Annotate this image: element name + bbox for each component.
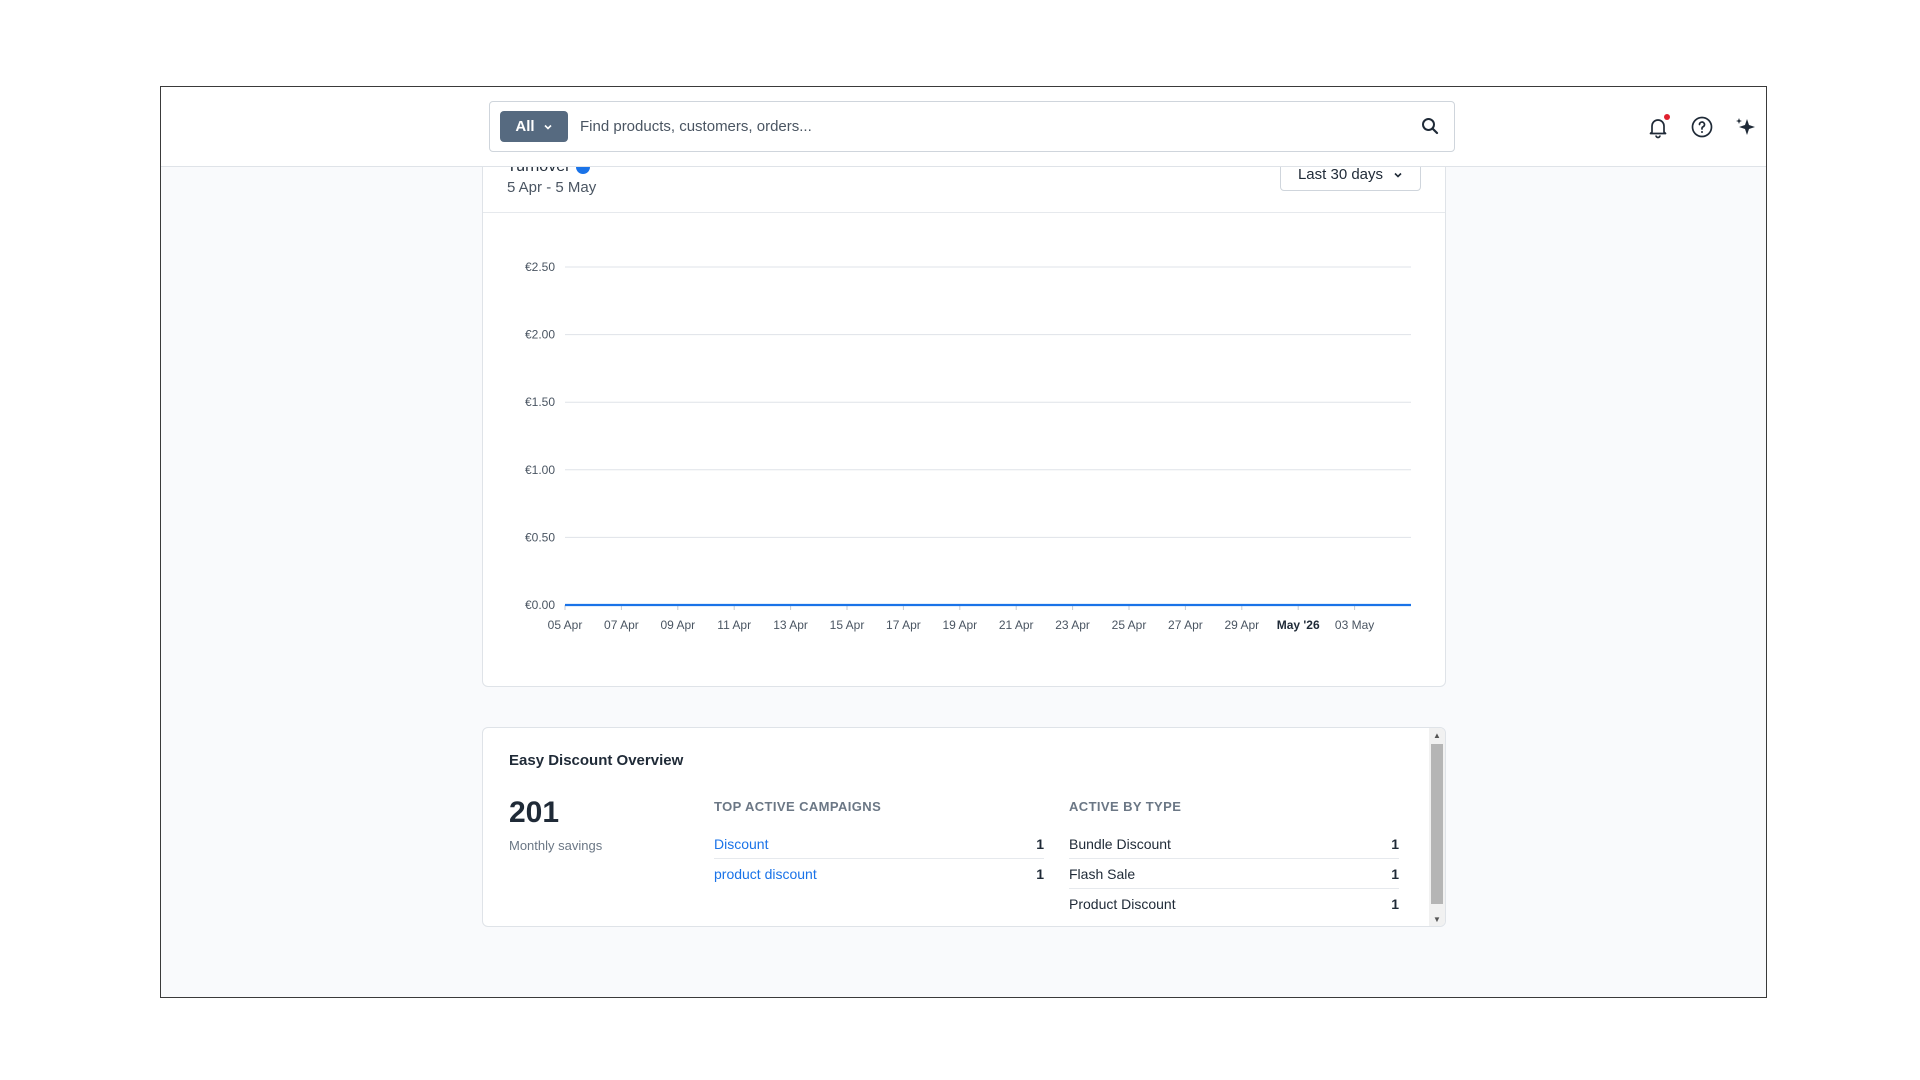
search-icon[interactable] [1420,116,1440,136]
scroll-down-arrow-icon[interactable]: ▼ [1429,912,1445,926]
turnover-card: Turnover 5 Apr - 5 May Last 30 days €0.0… [482,117,1446,687]
top-campaigns-column: TOP ACTIVE CAMPAIGNS Discount 1 product … [714,799,1044,889]
ai-assistant-button[interactable] [1734,115,1758,139]
campaign-row: product discount 1 [714,859,1044,889]
type-name: Product Discount [1069,896,1176,912]
x-tick-label: 29 Apr [1224,618,1259,632]
help-button[interactable] [1690,115,1714,139]
top-bar: All [161,87,1766,167]
y-tick-label: €1.50 [525,395,555,409]
notifications-button[interactable] [1646,114,1670,139]
help-circle-icon [1691,116,1713,138]
x-tick-label: 21 Apr [999,618,1034,632]
monthly-savings-value: 201 [509,796,560,829]
card-scrollbar[interactable]: ▲ ▼ [1429,728,1445,926]
search-scope-dropdown[interactable]: All [500,111,568,142]
scroll-thumb[interactable] [1431,744,1443,904]
campaign-count: 1 [1036,866,1044,882]
discount-overview-card: Easy Discount Overview 201 Monthly savin… [482,727,1446,927]
active-by-type-heading: ACTIVE BY TYPE [1069,799,1182,814]
campaign-link[interactable]: Discount [714,836,768,852]
search-scope-label: All [515,118,535,135]
global-search: All [489,101,1455,152]
sparkle-icon [1736,118,1755,135]
type-row: Bundle Discount 1 [1069,829,1399,859]
x-tick-label: 05 Apr [548,618,583,632]
period-select-label: Last 30 days [1297,166,1384,183]
x-tick-label: May '26 [1277,618,1320,632]
top-campaigns-heading: TOP ACTIVE CAMPAIGNS [714,799,882,814]
active-by-type-column: ACTIVE BY TYPE Bundle Discount 1 Flash S… [1069,799,1399,919]
type-name: Bundle Discount [1069,835,1171,852]
scroll-up-arrow-icon[interactable]: ▲ [1429,728,1445,742]
x-tick-label: 09 Apr [660,618,695,632]
x-tick-label: 23 Apr [1055,618,1090,632]
campaign-count: 1 [1036,835,1044,852]
x-tick-label: 25 Apr [1112,618,1147,632]
turnover-chart: €0.00 €0.50 €1.00 €1.50 €2.00 €2.50 05 Apr 07 A… [525,260,1411,632]
chevron-down-icon [1394,172,1402,178]
y-tick-label: €0.00 [525,598,555,612]
app-window: All Find products, customers, orders... … [160,86,1767,998]
top-icons [1646,87,1766,167]
x-tick-label: 07 Apr [604,618,639,632]
x-tick-label: 13 Apr [773,618,808,632]
x-tick-label: 11 Apr [717,618,751,632]
y-tick-label: €2.00 [525,328,555,342]
discount-overview-title: Easy Discount Overview [509,752,684,769]
type-row: Flash Sale 1 [1069,859,1399,889]
chevron-down-icon [544,124,552,130]
x-tick-label: 15 Apr [830,618,865,632]
campaign-link[interactable]: product discount [714,866,817,882]
turnover-date-range: 5 Apr - 5 May [507,179,597,196]
type-row: Product Discount 1 [1069,889,1399,919]
x-tick-label: 03 May [1335,618,1374,632]
type-count: 1 [1391,896,1399,912]
type-count: 1 [1391,835,1399,852]
y-tick-label: €2.50 [525,260,555,274]
y-tick-label: €0.50 [525,530,555,544]
campaign-row: Discount 1 [714,829,1044,859]
x-tick-label: 19 Apr [942,618,977,632]
notification-badge [1664,114,1670,120]
y-tick-label: €1.00 [525,463,555,477]
search-input[interactable] [580,111,1380,142]
monthly-savings-label: Monthly savings [509,838,603,853]
x-tick-label: 27 Apr [1168,618,1203,632]
type-name: Flash Sale [1069,865,1136,882]
x-tick-label: 17 Apr [886,618,921,632]
type-count: 1 [1391,865,1399,882]
